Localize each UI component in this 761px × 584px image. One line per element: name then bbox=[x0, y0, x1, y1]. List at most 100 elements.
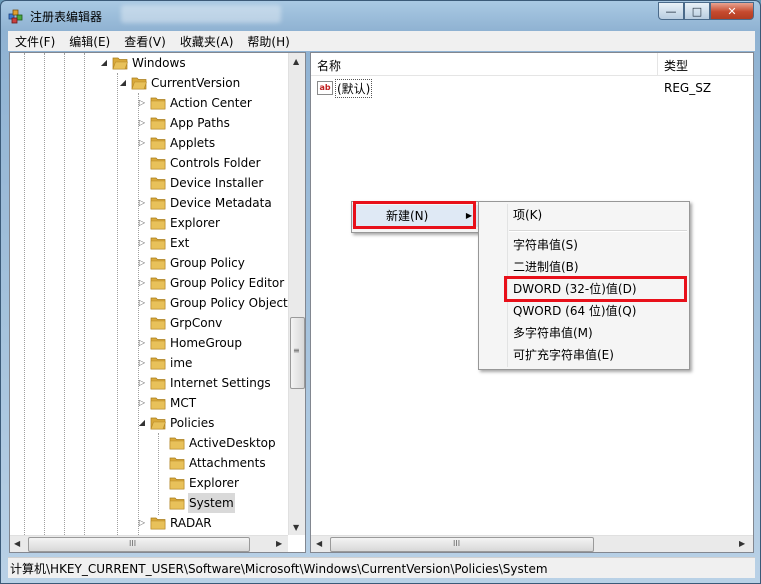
expand-arrow-icon[interactable]: ▷ bbox=[136, 213, 148, 233]
folder-icon bbox=[150, 277, 166, 290]
menu-file[interactable]: 文件(F) bbox=[8, 33, 62, 50]
scroll-up-icon[interactable]: ▲ bbox=[293, 57, 299, 66]
menu-separator bbox=[509, 230, 687, 232]
status-bar: 计算机\HKEY_CURRENT_USER\Software\Microsoft… bbox=[8, 557, 755, 578]
folder-icon bbox=[112, 57, 128, 70]
window-title: 注册表编辑器 bbox=[30, 10, 103, 24]
tree-node[interactable]: Attachments bbox=[155, 453, 267, 473]
scroll-left-icon[interactable]: ◀ bbox=[14, 539, 20, 548]
tree-guide-line bbox=[64, 53, 65, 535]
tree-node[interactable]: ▷ Internet Settings bbox=[136, 373, 272, 393]
collapse-arrow-icon[interactable]: ◢ bbox=[117, 73, 129, 93]
expand-arrow-icon[interactable]: ▷ bbox=[136, 113, 148, 133]
submenu-item-binary-value[interactable]: 二进制值(B) bbox=[479, 256, 689, 278]
tree-node[interactable]: Device Installer bbox=[136, 173, 264, 193]
tree-node-label: Windows bbox=[132, 56, 186, 70]
tree-hscroll-thumb[interactable]: III bbox=[28, 537, 250, 552]
minimize-button[interactable]: — bbox=[658, 2, 684, 20]
scroll-right-icon[interactable]: ▶ bbox=[739, 539, 745, 548]
submenu-item-multi-string-value[interactable]: 多字符串值(M) bbox=[479, 322, 689, 344]
title-blur bbox=[121, 5, 281, 23]
tree-node[interactable]: ActiveDesktop bbox=[155, 433, 277, 453]
menu-view[interactable]: 查看(V) bbox=[117, 33, 173, 50]
tree-node[interactable]: ▷ Group Policy Editor bbox=[136, 273, 285, 293]
key-tree[interactable]: ◢ Windows ◢ CurrentVersion ▷ Action Center ▷ Ap… bbox=[10, 53, 288, 535]
title-bar[interactable]: 注册表编辑器 — □ ✕ bbox=[1, 1, 760, 31]
scroll-down-icon[interactable]: ▼ bbox=[293, 523, 299, 532]
tree-node[interactable]: ▷ HomeGroup bbox=[136, 333, 243, 353]
tree-node[interactable]: ▷ MCT bbox=[136, 393, 197, 413]
scroll-left-icon[interactable]: ◀ bbox=[316, 539, 322, 548]
column-divider[interactable] bbox=[657, 53, 658, 75]
collapse-arrow-icon[interactable]: ◢ bbox=[136, 413, 148, 433]
tree-scroll-thumb[interactable]: ≡ bbox=[290, 317, 305, 389]
folder-icon bbox=[131, 77, 147, 90]
expand-arrow-icon[interactable]: ▷ bbox=[136, 393, 148, 413]
menu-edit[interactable]: 编辑(E) bbox=[62, 33, 117, 50]
tree-node[interactable]: ▷ Action Center bbox=[136, 93, 253, 113]
status-path: 计算机\HKEY_CURRENT_USER\Software\Microsoft… bbox=[10, 562, 548, 576]
expand-arrow-icon[interactable]: ▷ bbox=[136, 193, 148, 213]
tree-vertical-scrollbar[interactable]: ▲ ≡ ▼ bbox=[288, 53, 305, 535]
scroll-right-icon[interactable]: ▶ bbox=[276, 539, 282, 548]
tree-horizontal-scrollbar[interactable]: ◀ III ▶ bbox=[10, 535, 288, 552]
submenu-item-expandable-string-value[interactable]: 可扩充字符串值(E) bbox=[479, 344, 689, 366]
value-row[interactable]: ab (默认) bbox=[317, 78, 373, 98]
folder-icon bbox=[150, 257, 166, 270]
tree-node[interactable]: GrpConv bbox=[136, 313, 223, 333]
tree-node-label: Ext bbox=[170, 236, 190, 250]
expand-arrow-icon[interactable]: ▷ bbox=[136, 293, 148, 313]
tree-node[interactable]: ◢ Windows bbox=[98, 53, 187, 73]
tree-node-label: Controls Folder bbox=[170, 156, 261, 170]
tree-node[interactable]: ▷ Applets bbox=[136, 133, 216, 153]
tree-node[interactable]: Controls Folder bbox=[136, 153, 262, 173]
registry-editor-window: 注册表编辑器 — □ ✕ 文件(F) 编辑(E) 查看(V) 收藏夹(A) 帮助… bbox=[0, 0, 761, 584]
scroll-grip-icon: III bbox=[129, 539, 137, 548]
folder-icon bbox=[150, 297, 166, 310]
submenu-item-qword-value[interactable]: QWORD (64 位)值(Q) bbox=[479, 300, 689, 322]
tree-node[interactable]: ▷ Group Policy Objects bbox=[136, 293, 288, 313]
folder-icon bbox=[150, 177, 166, 190]
menu-favorites[interactable]: 收藏夹(A) bbox=[173, 33, 241, 50]
tree-node[interactable]: ▷ App Paths bbox=[136, 113, 231, 133]
tree-node[interactable]: ▷ Ext bbox=[136, 233, 190, 253]
value-name[interactable]: (默认) bbox=[335, 78, 373, 98]
folder-icon bbox=[150, 397, 166, 410]
close-button[interactable]: ✕ bbox=[710, 2, 754, 20]
submenu-item-string-value[interactable]: 字符串值(S) bbox=[479, 234, 689, 256]
expand-arrow-icon[interactable]: ▷ bbox=[136, 273, 148, 293]
tree-node[interactable]: ▷ ime bbox=[136, 353, 193, 373]
tree-node[interactable]: ◢ CurrentVersion bbox=[117, 73, 241, 93]
maximize-button[interactable]: □ bbox=[684, 2, 710, 20]
tree-node[interactable]: ▷ Device Metadata bbox=[136, 193, 273, 213]
expand-arrow-icon[interactable]: ▷ bbox=[136, 253, 148, 273]
tree-node-label: ime bbox=[170, 356, 193, 370]
expand-arrow-icon[interactable]: ▷ bbox=[136, 513, 148, 533]
folder-icon bbox=[169, 437, 185, 450]
expand-arrow-icon[interactable]: ▷ bbox=[136, 333, 148, 353]
tree-node[interactable]: Explorer bbox=[155, 473, 240, 493]
collapse-arrow-icon[interactable]: ◢ bbox=[98, 53, 110, 73]
column-header-name[interactable]: 名称 bbox=[317, 57, 341, 74]
tree-node[interactable]: ▷ Group Policy bbox=[136, 253, 246, 273]
expand-arrow-icon[interactable]: ▷ bbox=[136, 233, 148, 253]
values-hscroll-thumb[interactable]: III bbox=[330, 537, 594, 552]
tree-node-label: ActiveDesktop bbox=[189, 436, 276, 450]
menu-help[interactable]: 帮助(H) bbox=[240, 33, 296, 50]
tree-node[interactable]: ▷ RADAR bbox=[136, 513, 213, 533]
tree-node[interactable]: ◢ Policies bbox=[136, 413, 215, 433]
values-horizontal-scrollbar[interactable]: ◀ III ▶ bbox=[311, 535, 753, 552]
tree-node[interactable]: System bbox=[155, 493, 235, 513]
folder-icon bbox=[150, 417, 166, 430]
submenu-item-key[interactable]: 项(K) bbox=[479, 204, 689, 226]
highlight-box-new bbox=[353, 201, 476, 229]
expand-arrow-icon[interactable]: ▷ bbox=[136, 373, 148, 393]
tree-node-label: Device Metadata bbox=[170, 196, 272, 210]
expand-arrow-icon[interactable]: ▷ bbox=[136, 133, 148, 153]
tree-node[interactable]: ▷ Explorer bbox=[136, 213, 221, 233]
expand-arrow-icon[interactable]: ▷ bbox=[136, 353, 148, 373]
column-header-type[interactable]: 类型 bbox=[664, 57, 688, 74]
tree-node-label: App Paths bbox=[170, 116, 230, 130]
key-tree-pane[interactable]: ◢ Windows ◢ CurrentVersion ▷ Action Center ▷ Ap… bbox=[9, 52, 306, 553]
expand-arrow-icon[interactable]: ▷ bbox=[136, 93, 148, 113]
